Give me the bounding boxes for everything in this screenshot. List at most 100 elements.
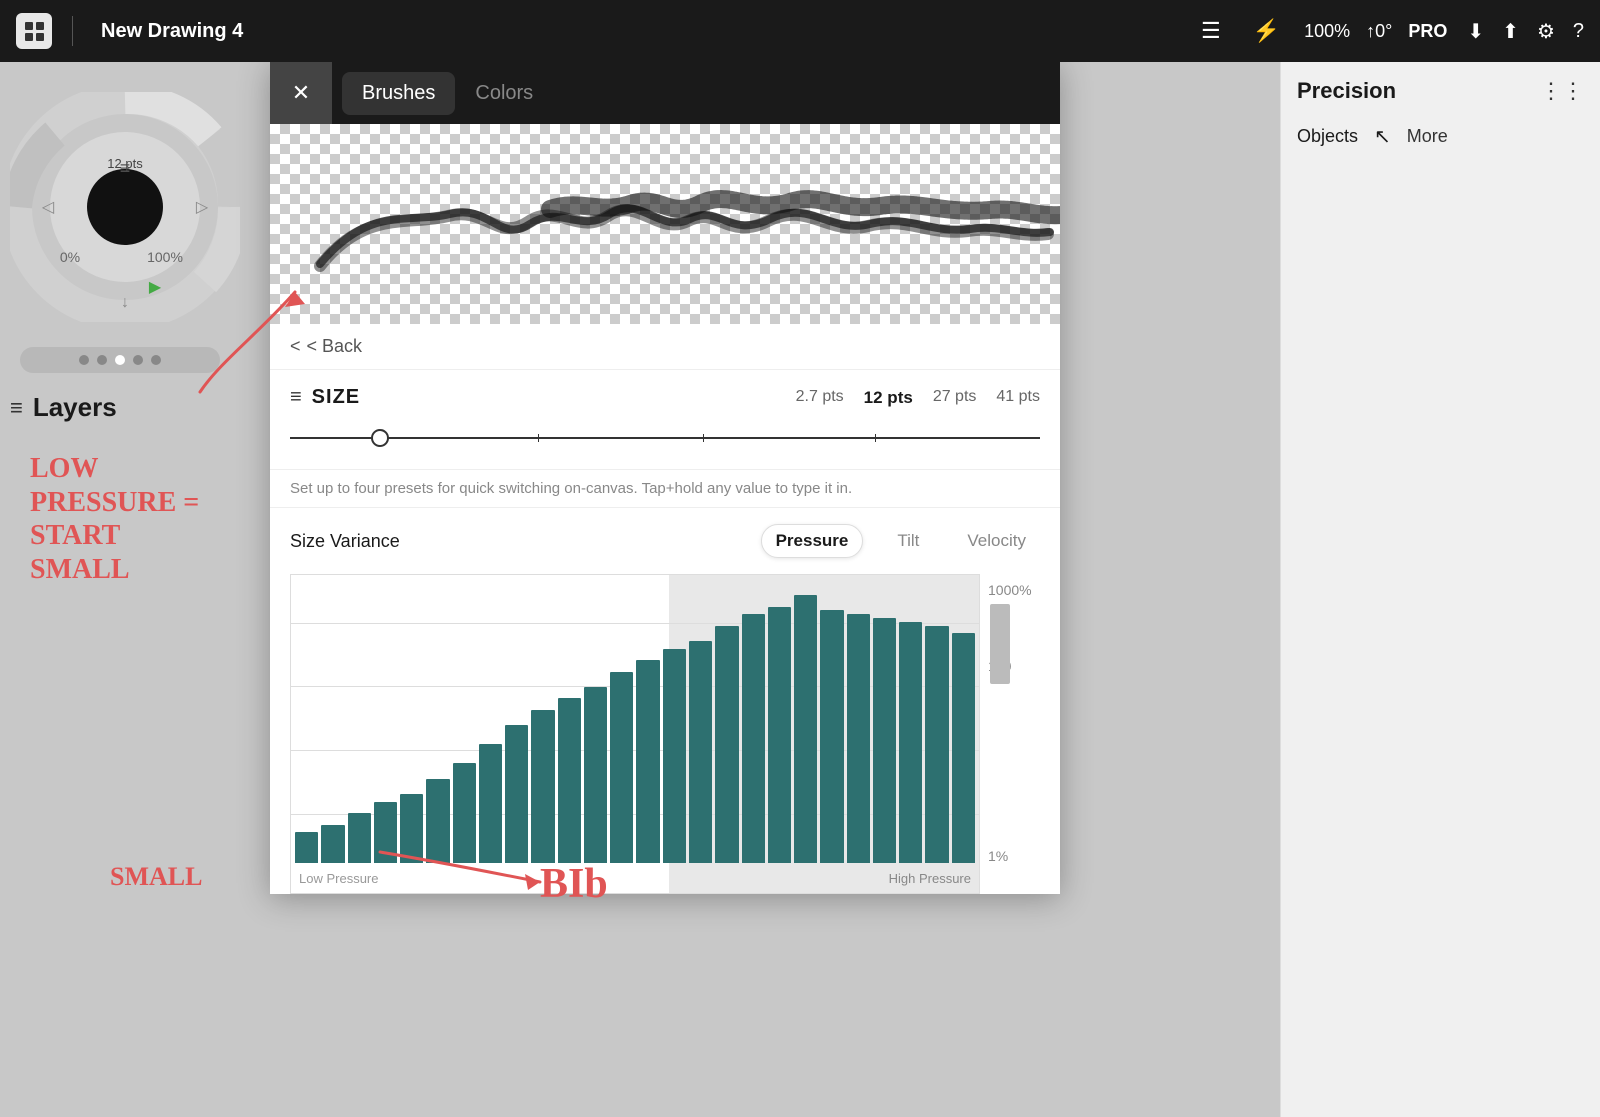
- back-button[interactable]: < < Back: [270, 324, 1060, 370]
- objects-row: Objects ↖ More: [1297, 124, 1584, 149]
- share-icon[interactable]: ⬆: [1502, 19, 1519, 44]
- brush-preview: [270, 124, 1060, 324]
- size-title: SIZE: [312, 386, 360, 409]
- bar-0: [295, 832, 318, 863]
- tick-3: [875, 434, 876, 442]
- precision-row: Precision ⋮⋮: [1297, 78, 1584, 104]
- svg-text:12 pts: 12 pts: [107, 156, 143, 171]
- grid-options-icon[interactable]: ⋮⋮: [1540, 78, 1584, 104]
- close-button[interactable]: ✕: [270, 62, 332, 124]
- variance-chart: Low Pressure High Pressure 1000% 100 1%: [290, 574, 1040, 894]
- size-section: ≡ SIZE 2.7 pts 12 pts 27 pts 41 pts: [270, 370, 1060, 470]
- svg-text:▶: ▶: [149, 279, 162, 296]
- zoom-level[interactable]: 100%: [1304, 21, 1350, 42]
- tab-pressure[interactable]: Pressure: [761, 524, 864, 558]
- bar-13: [636, 660, 659, 863]
- size-presets: 2.7 pts 12 pts 27 pts 41 pts: [796, 388, 1040, 408]
- preset-1[interactable]: 2.7 pts: [796, 388, 844, 408]
- chart-labels: Low Pressure High Pressure: [291, 863, 979, 893]
- tool-wheel[interactable]: ≡ 0% 100% ◁ ▷ ↓ ▶ 12 pts: [10, 92, 240, 322]
- bar-6: [453, 763, 476, 863]
- dot-3[interactable]: [115, 355, 125, 365]
- dot-1[interactable]: [79, 355, 89, 365]
- bar-19: [794, 595, 817, 863]
- dot-4[interactable]: [133, 355, 143, 365]
- label-high-pressure: High Pressure: [889, 871, 971, 886]
- bar-25: [952, 633, 975, 863]
- tab-velocity[interactable]: Velocity: [953, 525, 1040, 557]
- progress-dots: [20, 347, 220, 373]
- bar-23: [899, 622, 922, 863]
- bar-3: [374, 802, 397, 863]
- dot-2[interactable]: [97, 355, 107, 365]
- document-title: New Drawing 4: [101, 20, 243, 43]
- objects-label[interactable]: Objects: [1297, 126, 1358, 147]
- variance-header: Size Variance Pressure Tilt Velocity: [290, 524, 1040, 558]
- chart-area: Low Pressure High Pressure: [290, 574, 980, 894]
- size-slider[interactable]: [290, 423, 1040, 453]
- layers-icon: ≡: [10, 395, 23, 421]
- scale-1pct: 1%: [988, 848, 1040, 864]
- tab-colors[interactable]: Colors: [455, 72, 553, 115]
- right-panel: Precision ⋮⋮ Objects ↖ More: [1280, 62, 1600, 1117]
- cursor-icon[interactable]: ↖: [1374, 124, 1391, 149]
- more-label[interactable]: More: [1407, 126, 1448, 147]
- scale-bar: [990, 604, 1010, 684]
- download-icon[interactable]: ⬇: [1467, 19, 1484, 44]
- bar-21: [847, 614, 870, 863]
- bar-9: [531, 710, 554, 863]
- grid-icon[interactable]: [16, 13, 52, 49]
- bar-2: [348, 813, 371, 863]
- bar-14: [663, 649, 686, 863]
- tick-2: [703, 434, 704, 442]
- layers-label: Layers: [33, 392, 117, 423]
- bar-8: [505, 725, 528, 863]
- preset-2[interactable]: 12 pts: [864, 388, 913, 408]
- size-icon: ≡: [290, 386, 302, 409]
- slider-thumb[interactable]: [371, 429, 389, 447]
- tab-brushes[interactable]: Brushes: [342, 72, 455, 115]
- layers-section[interactable]: ≡ Layers: [10, 392, 117, 423]
- bar-12: [610, 672, 633, 863]
- helper-text: Set up to four presets for quick switchi…: [270, 470, 1060, 508]
- menu-icon[interactable]: ☰: [1193, 14, 1229, 48]
- help-icon[interactable]: ?: [1573, 20, 1584, 43]
- bar-20: [820, 610, 843, 863]
- annotation-low-pressure: LOWPRESSURE =STARTSMALL: [30, 452, 199, 586]
- top-bar: New Drawing 4 ☰ ⚡ 100% ↑0° PRO ⬇ ⬆ ⚙ ?: [0, 0, 1600, 62]
- separator: [72, 16, 73, 46]
- back-label: < Back: [307, 336, 363, 357]
- preset-3[interactable]: 27 pts: [933, 388, 977, 408]
- bar-18: [768, 607, 791, 864]
- modal-header: ✕ Brushes Colors: [270, 62, 1060, 124]
- size-header: ≡ SIZE 2.7 pts 12 pts 27 pts 41 pts: [290, 386, 1040, 409]
- top-bar-left: New Drawing 4: [16, 13, 243, 49]
- tab-tilt[interactable]: Tilt: [883, 525, 933, 557]
- settings-icon[interactable]: ⚙: [1537, 19, 1555, 44]
- bars-container: [295, 595, 975, 863]
- bar-7: [479, 744, 502, 863]
- chart-scale: 1000% 100 1%: [980, 574, 1040, 894]
- precision-title: Precision: [1297, 78, 1396, 104]
- close-icon: ✕: [292, 80, 310, 106]
- bar-11: [584, 687, 607, 863]
- bar-24: [925, 626, 948, 863]
- top-bar-center: ☰ ⚡ 100% ↑0° PRO: [243, 14, 1467, 48]
- bar-22: [873, 618, 896, 863]
- preset-4[interactable]: 41 pts: [996, 388, 1040, 408]
- svg-text:100%: 100%: [147, 249, 183, 265]
- rotation-info: ↑0°: [1366, 21, 1392, 42]
- variance-label: Size Variance: [290, 531, 400, 552]
- bar-10: [558, 698, 581, 863]
- modal-panel: ✕ Brushes Colors < < Back ≡ SIZE: [270, 62, 1060, 894]
- scale-1000: 1000%: [988, 582, 1040, 598]
- dot-5[interactable]: [151, 355, 161, 365]
- left-area: ≡ 0% 100% ◁ ▷ ↓ ▶ 12 pts ≡ Layers LOWPRE…: [0, 62, 260, 1117]
- pro-badge: PRO: [1408, 21, 1447, 42]
- modal-tabs: Brushes Colors: [332, 72, 553, 115]
- variance-section: Size Variance Pressure Tilt Velocity: [270, 508, 1060, 894]
- bar-1: [321, 825, 344, 863]
- magic-icon[interactable]: ⚡: [1245, 14, 1288, 48]
- variance-tabs: Pressure Tilt Velocity: [761, 524, 1040, 558]
- svg-text:▷: ▷: [196, 199, 209, 216]
